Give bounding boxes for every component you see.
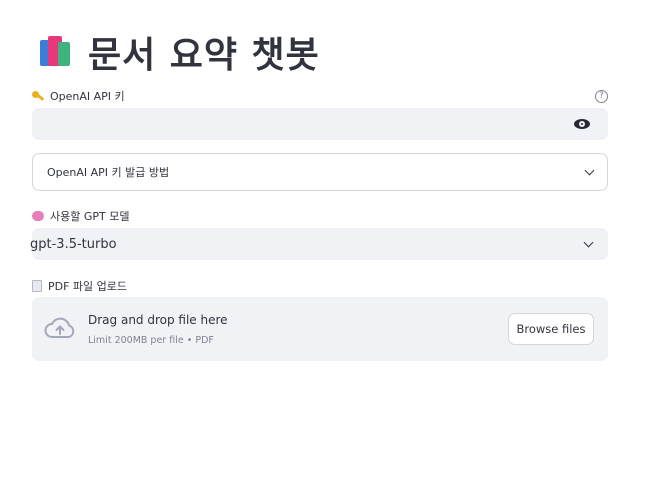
- model-label-row: 사용할 GPT 모델: [32, 208, 608, 224]
- brain-icon: [32, 211, 44, 221]
- model-select[interactable]: gpt-3.5-turbo: [30, 228, 608, 260]
- api-key-guide-expander[interactable]: OpenAI API 키 발급 방법: [32, 153, 608, 191]
- model-label: 사용할 GPT 모델: [50, 210, 130, 223]
- api-key-label: OpenAI API 키: [50, 90, 125, 103]
- model-select-value: gpt-3.5-turbo: [30, 236, 117, 252]
- upload-label-row: PDF 파일 업로드: [32, 278, 608, 294]
- file-uploader-dropzone[interactable]: Drag and drop file here Limit 200MB per …: [32, 297, 608, 361]
- title-row: 문서 요약 챗봇: [36, 26, 320, 78]
- api-key-input[interactable]: [32, 108, 608, 140]
- eye-icon[interactable]: [574, 119, 590, 129]
- expander-label: OpenAI API 키 발급 방법: [47, 166, 170, 179]
- key-icon: [32, 90, 44, 102]
- chevron-down-icon: [583, 237, 594, 247]
- chevron-down-icon: [584, 165, 595, 175]
- help-circle-icon[interactable]: ?: [595, 89, 608, 103]
- cloud-upload-icon: [44, 317, 75, 338]
- upload-label: PDF 파일 업로드: [48, 280, 128, 293]
- document-icon: [32, 280, 42, 292]
- books-icon: [36, 32, 76, 72]
- api-key-label-row: OpenAI API 키 ?: [32, 88, 608, 104]
- browse-files-button[interactable]: Browse files: [508, 313, 594, 345]
- page-title: 문서 요약 챗봇: [88, 35, 320, 76]
- file-limit-text: Limit 200MB per file • PDF: [88, 335, 214, 346]
- drag-drop-text: Drag and drop file here: [88, 313, 228, 327]
